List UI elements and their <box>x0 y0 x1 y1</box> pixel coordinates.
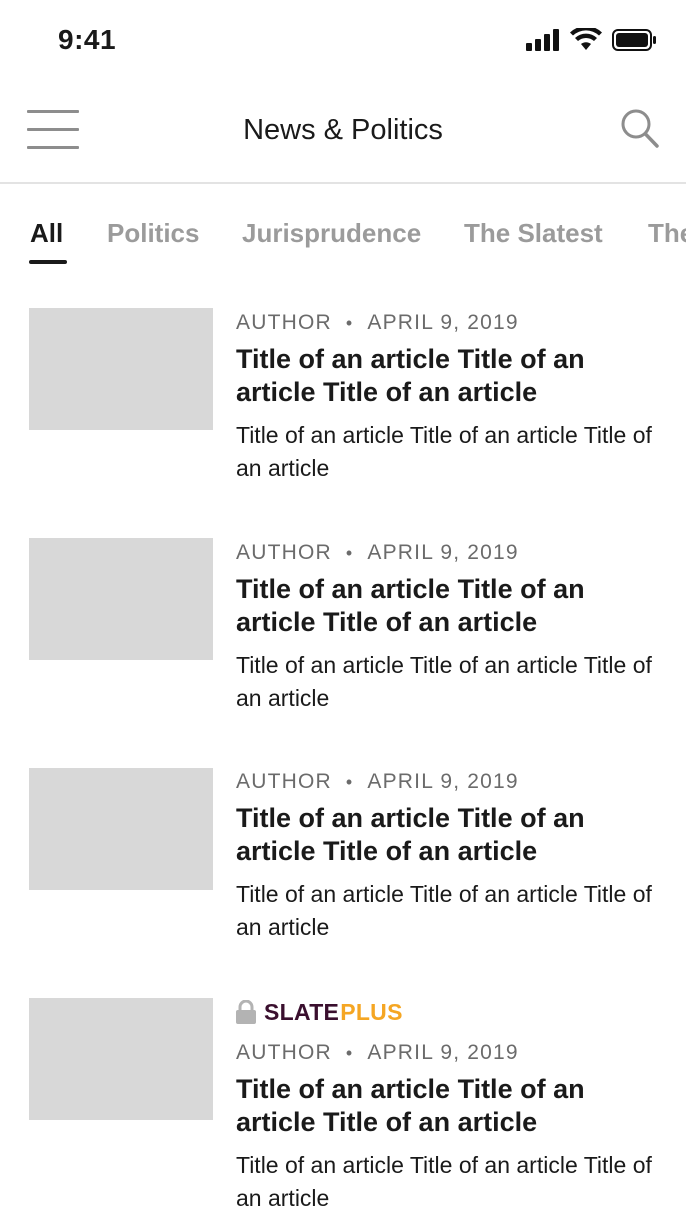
battery-icon <box>612 29 656 51</box>
article-card[interactable]: AUTHOR • APRIL 9, 2019 Title of an article… <box>0 308 686 508</box>
lock-icon <box>236 1000 256 1024</box>
article-card[interactable]: AUTHOR • APRIL 9, 2019 Title of an article… <box>0 538 686 738</box>
article-title: Title of an article Title of an article … <box>236 803 585 866</box>
article-text: SLATE PLUS AUTHOR • APRIL 9, 2019 Title of … <box>236 998 656 1215</box>
article-author: AUTHOR <box>236 770 332 793</box>
article-meta: AUTHOR • APRIL 9, 2019 <box>236 768 656 795</box>
cellular-signal-icon <box>526 29 559 51</box>
status-bar: 9:41 <box>0 0 686 84</box>
article-dek: Title of an article Title of an article … <box>236 881 652 940</box>
article-dek: Title of an article Title of an article … <box>236 422 652 481</box>
menu-icon <box>27 110 79 113</box>
article-date: APRIL 9, 2019 <box>367 541 519 564</box>
article-text: AUTHOR • APRIL 9, 2019 Title of an article… <box>236 768 656 944</box>
tab-politics[interactable]: Politics <box>107 218 199 249</box>
search-button[interactable] <box>620 108 660 150</box>
slate-plus-brand: SLATE <box>264 998 340 1025</box>
slate-plus-badge: SLATE PLUS <box>236 998 656 1026</box>
wifi-icon <box>570 28 602 50</box>
article-thumbnail <box>29 308 213 430</box>
article-title: Title of an article Title of an article … <box>236 574 585 637</box>
article-text: AUTHOR • APRIL 9, 2019 Title of an article… <box>236 309 656 485</box>
status-icons <box>526 28 658 52</box>
article-date: APRIL 9, 2019 <box>367 770 519 793</box>
article-meta: AUTHOR • APRIL 9, 2019 <box>236 309 656 336</box>
article-date: APRIL 9, 2019 <box>367 311 519 334</box>
tab-the-slatest[interactable]: The Slatest <box>464 218 603 249</box>
article-author: AUTHOR <box>236 1041 332 1064</box>
article-text: AUTHOR • APRIL 9, 2019 Title of an article… <box>236 539 656 715</box>
tab-jurisprudence[interactable]: Jurisprudence <box>242 218 421 249</box>
meta-separator: • <box>345 772 354 792</box>
article-author: AUTHOR <box>236 541 332 564</box>
article-dek: Title of an article Title of an article … <box>236 1152 652 1211</box>
meta-separator: • <box>345 313 354 333</box>
article-thumbnail <box>29 768 213 890</box>
article-card-slate-plus[interactable]: SLATE PLUS AUTHOR • APRIL 9, 2019 Title of … <box>0 998 686 1216</box>
nav-bar: News & Politics <box>0 84 686 184</box>
active-tab-indicator <box>29 260 67 264</box>
category-tabs: All Politics Jurisprudence The Slatest T… <box>0 184 686 274</box>
article-card[interactable]: AUTHOR • APRIL 9, 2019 Title of an article… <box>0 768 686 968</box>
tab-the[interactable]: The <box>648 218 686 249</box>
article-meta: AUTHOR • APRIL 9, 2019 <box>236 1039 656 1066</box>
page-title: News & Politics <box>243 114 443 146</box>
article-date: APRIL 9, 2019 <box>367 1041 519 1064</box>
article-meta: AUTHOR • APRIL 9, 2019 <box>236 539 656 566</box>
article-dek: Title of an article Title of an article … <box>236 652 652 711</box>
status-time: 9:41 <box>58 24 117 55</box>
meta-separator: • <box>345 1043 354 1063</box>
article-thumbnail <box>29 998 213 1120</box>
tab-all[interactable]: All <box>30 218 63 249</box>
search-icon <box>621 109 659 148</box>
article-author: AUTHOR <box>236 311 332 334</box>
article-thumbnail <box>29 538 213 660</box>
meta-separator: • <box>345 543 354 563</box>
slate-plus-label: PLUS <box>340 998 403 1025</box>
article-title: Title of an article Title of an article … <box>236 1074 585 1137</box>
article-title: Title of an article Title of an article … <box>236 344 585 407</box>
